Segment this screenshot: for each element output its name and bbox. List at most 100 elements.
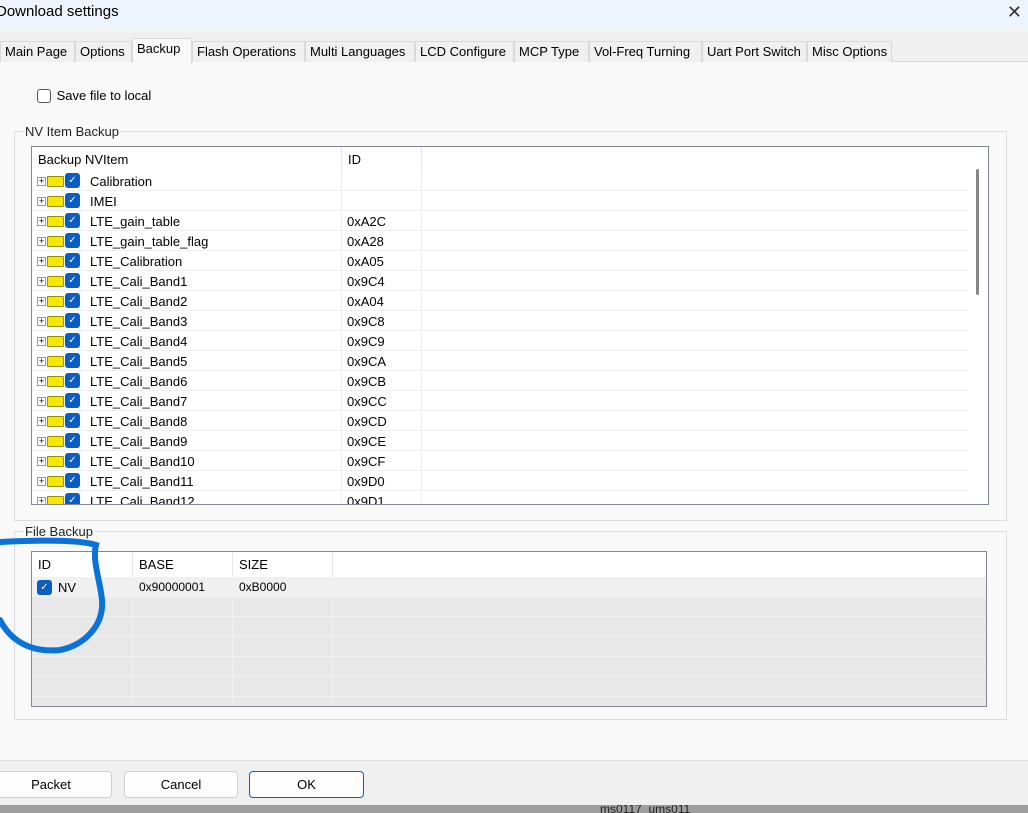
annotation-circle [0, 537, 106, 654]
item-checkbox[interactable]: ✓ [65, 333, 80, 348]
list-item[interactable]: + ✓ LTE_Cali_Band11 0x9D0 [32, 471, 968, 491]
window-title: Download settings [0, 3, 119, 20]
expand-icon[interactable]: + [37, 297, 46, 306]
tab-main-page[interactable]: Main Page [0, 41, 75, 62]
list-item[interactable]: + ✓ LTE_Cali_Band3 0x9C8 [32, 311, 968, 331]
item-name: LTE_Cali_Band11 [90, 474, 194, 489]
list-item[interactable]: + ✓ LTE_gain_table 0xA2C [32, 211, 968, 231]
row-size: 0xB0000 [239, 580, 287, 594]
item-checkbox[interactable]: ✓ [65, 393, 80, 408]
list-item[interactable]: + ✓ Calibration [32, 171, 968, 191]
list-item[interactable]: + ✓ IMEI [32, 191, 968, 211]
item-id: 0x9CA [341, 351, 422, 371]
item-id: 0x9C8 [341, 311, 422, 331]
list-item[interactable]: + ✓ LTE_Cali_Band5 0x9CA [32, 351, 968, 371]
column-header-id[interactable]: ID [342, 147, 422, 171]
checkbox[interactable] [37, 88, 51, 103]
list-item[interactable]: + ✓ LTE_Cali_Band1 0x9C4 [32, 271, 968, 291]
list-item[interactable]: + ✓ LTE_Cali_Band4 0x9C9 [32, 331, 968, 351]
item-checkbox[interactable]: ✓ [65, 173, 80, 188]
expand-icon[interactable]: + [37, 497, 46, 504]
item-checkbox[interactable]: ✓ [65, 433, 80, 448]
item-checkbox[interactable]: ✓ [65, 353, 80, 368]
item-checkbox[interactable]: ✓ [65, 313, 80, 328]
row-base: 0x90000001 [139, 580, 206, 594]
tab-lcd-configure[interactable]: LCD Configure [415, 41, 514, 62]
expand-icon[interactable]: + [37, 217, 46, 226]
folder-icon [47, 436, 64, 447]
packet-button[interactable]: Packet [0, 771, 112, 798]
item-checkbox[interactable]: ✓ [65, 493, 80, 504]
list-item[interactable]: + ✓ LTE_Calibration 0xA05 [32, 251, 968, 271]
item-checkbox[interactable]: ✓ [65, 293, 80, 308]
list-item[interactable]: + ✓ LTE_Cali_Band6 0x9CB [32, 371, 968, 391]
tab-multi-languages[interactable]: Multi Languages [305, 41, 415, 62]
expand-icon[interactable]: + [37, 457, 46, 466]
list-item[interactable]: + ✓ LTE_Cali_Band12 0x9D1 [32, 491, 968, 505]
expand-icon[interactable]: + [37, 377, 46, 386]
item-checkbox[interactable]: ✓ [65, 193, 80, 208]
list-item[interactable]: + ✓ LTE_Cali_Band2 0xA04 [32, 291, 968, 311]
expand-icon[interactable]: + [37, 197, 46, 206]
item-checkbox[interactable]: ✓ [65, 213, 80, 228]
item-name: LTE_Cali_Band3 [90, 314, 188, 329]
item-name: LTE_Cali_Band12 [90, 494, 195, 505]
item-checkbox[interactable]: ✓ [65, 413, 80, 428]
item-name: LTE_Calibration [90, 254, 183, 269]
item-checkbox[interactable]: ✓ [65, 253, 80, 268]
folder-icon [47, 376, 64, 387]
expand-icon[interactable]: + [37, 477, 46, 486]
list-item[interactable]: + ✓ LTE_gain_table_flag 0xA28 [32, 231, 968, 251]
expand-icon[interactable]: + [37, 337, 46, 346]
tab-options[interactable]: Options [75, 41, 132, 62]
close-icon[interactable]: ✕ [1007, 2, 1022, 23]
tab-uart-port-switch[interactable]: Uart Port Switch [702, 41, 807, 62]
item-checkbox[interactable]: ✓ [65, 473, 80, 488]
tab-misc-options[interactable]: Misc Options [807, 41, 892, 62]
list-item[interactable]: + ✓ LTE_Cali_Band9 0x9CE [32, 431, 968, 451]
expand-icon[interactable]: + [37, 357, 46, 366]
table-row[interactable]: ✓ NV 0x90000001 0xB0000 [32, 577, 986, 597]
expand-icon[interactable]: + [37, 277, 46, 286]
item-id: 0x9CD [341, 411, 422, 431]
expand-icon[interactable]: + [37, 237, 46, 246]
item-checkbox[interactable]: ✓ [65, 273, 80, 288]
tab-backup[interactable]: Backup [132, 38, 192, 63]
column-header-size[interactable]: SIZE [233, 552, 333, 577]
column-header-base[interactable]: BASE [133, 552, 233, 577]
folder-icon [47, 396, 64, 407]
tab-flash-operations[interactable]: Flash Operations [192, 41, 305, 62]
folder-icon [47, 496, 64, 504]
item-name: IMEI [90, 194, 117, 209]
expand-icon[interactable]: + [37, 397, 46, 406]
ok-button[interactable]: OK [249, 771, 364, 798]
nv-item-list[interactable]: Backup NVItem ID + ✓ Calibration + ✓ IMEI + ✓ LT… [31, 146, 989, 505]
tab-vol-freq-turning[interactable]: Vol-Freq Turning [589, 41, 702, 62]
expand-icon[interactable]: + [37, 437, 46, 446]
item-id: 0xA28 [341, 231, 422, 251]
column-header-backup-nvitem[interactable]: Backup NVItem [32, 147, 342, 171]
list-item[interactable]: + ✓ LTE_Cali_Band7 0x9CC [32, 391, 968, 411]
expand-icon[interactable]: + [37, 177, 46, 186]
vertical-scrollbar[interactable] [968, 147, 988, 504]
scrollbar-thumb[interactable] [976, 169, 979, 295]
cancel-button[interactable]: Cancel [124, 771, 238, 798]
tab-mcp-type[interactable]: MCP Type [514, 41, 589, 62]
list-item[interactable]: + ✓ LTE_Cali_Band8 0x9CD [32, 411, 968, 431]
item-checkbox[interactable]: ✓ [65, 453, 80, 468]
item-checkbox[interactable]: ✓ [65, 373, 80, 388]
file-backup-table[interactable]: ID BASE SIZE ✓ NV 0x90000001 0xB0000 [31, 551, 987, 707]
item-id [341, 171, 422, 191]
list-item[interactable]: + ✓ LTE_Cali_Band10 0x9CF [32, 451, 968, 471]
folder-icon [47, 456, 64, 467]
item-id: 0xA2C [341, 211, 422, 231]
item-id: 0x9C4 [341, 271, 422, 291]
item-id: 0x9D0 [341, 471, 422, 491]
item-checkbox[interactable]: ✓ [65, 233, 80, 248]
expand-icon[interactable]: + [37, 317, 46, 326]
expand-icon[interactable]: + [37, 257, 46, 266]
save-file-to-local-checkbox[interactable]: Save file to local [37, 87, 151, 103]
item-id: 0x9CE [341, 431, 422, 451]
expand-icon[interactable]: + [37, 417, 46, 426]
item-name: LTE_Cali_Band6 [90, 374, 188, 389]
